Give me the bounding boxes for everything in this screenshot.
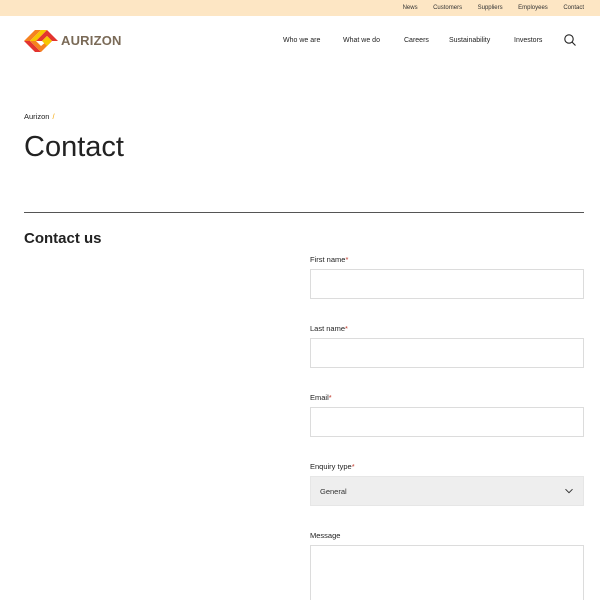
first-name-label-text: First name [310, 255, 346, 264]
email-label-text: Email [310, 393, 329, 402]
utility-link-suppliers[interactable]: Suppliers [478, 0, 503, 16]
required-mark: * [345, 324, 348, 333]
nav-item-careers[interactable]: Careers [404, 34, 429, 48]
last-name-label: Last name* [310, 323, 348, 334]
message-label-text: Message [310, 531, 341, 540]
section-title: Contact us [24, 230, 102, 247]
search-button[interactable] [563, 33, 577, 47]
site-header: AURIZON Who we are What we do Careers Su… [0, 16, 600, 66]
enquiry-type-selected-value: General [320, 486, 347, 496]
enquiry-type-label: Enquiry type* [310, 461, 355, 472]
last-name-field[interactable] [310, 338, 584, 368]
email-label: Email* [310, 392, 332, 403]
first-name-label: First name* [310, 254, 348, 265]
first-name-field[interactable] [310, 269, 584, 299]
chevron-down-icon [565, 488, 573, 494]
utility-link-employees[interactable]: Employees [518, 0, 548, 16]
utility-link-customers[interactable]: Customers [433, 0, 462, 16]
enquiry-type-label-text: Enquiry type [310, 462, 352, 471]
main-nav: Who we are What we do Careers Sustainabi… [0, 34, 600, 48]
message-field[interactable] [310, 545, 584, 600]
last-name-label-text: Last name [310, 324, 346, 333]
breadcrumb-home[interactable]: Aurizon [24, 111, 49, 122]
section-divider [24, 212, 584, 213]
search-icon [564, 34, 576, 46]
required-mark: * [351, 462, 355, 471]
required-mark: * [345, 255, 349, 264]
email-field[interactable] [310, 407, 584, 437]
utility-nav: News Customers Suppliers Employees Conta… [387, 0, 584, 16]
breadcrumb-separator: / [52, 112, 55, 121]
nav-item-investors[interactable]: Investors [514, 34, 542, 48]
nav-item-who-we-are[interactable]: Who we are [283, 34, 320, 48]
nav-item-what-we-do[interactable]: What we do [343, 34, 380, 48]
nav-item-sustainability[interactable]: Sustainability [449, 34, 490, 48]
required-mark: * [328, 393, 332, 402]
page-title: Contact [24, 131, 124, 163]
utility-bar: News Customers Suppliers Employees Conta… [0, 0, 600, 16]
utility-link-news[interactable]: News [403, 0, 418, 16]
utility-link-contact[interactable]: Contact [563, 0, 584, 16]
enquiry-type-select[interactable]: General [310, 476, 584, 506]
message-label: Message [310, 530, 340, 541]
breadcrumb: Aurizon / [24, 111, 55, 122]
